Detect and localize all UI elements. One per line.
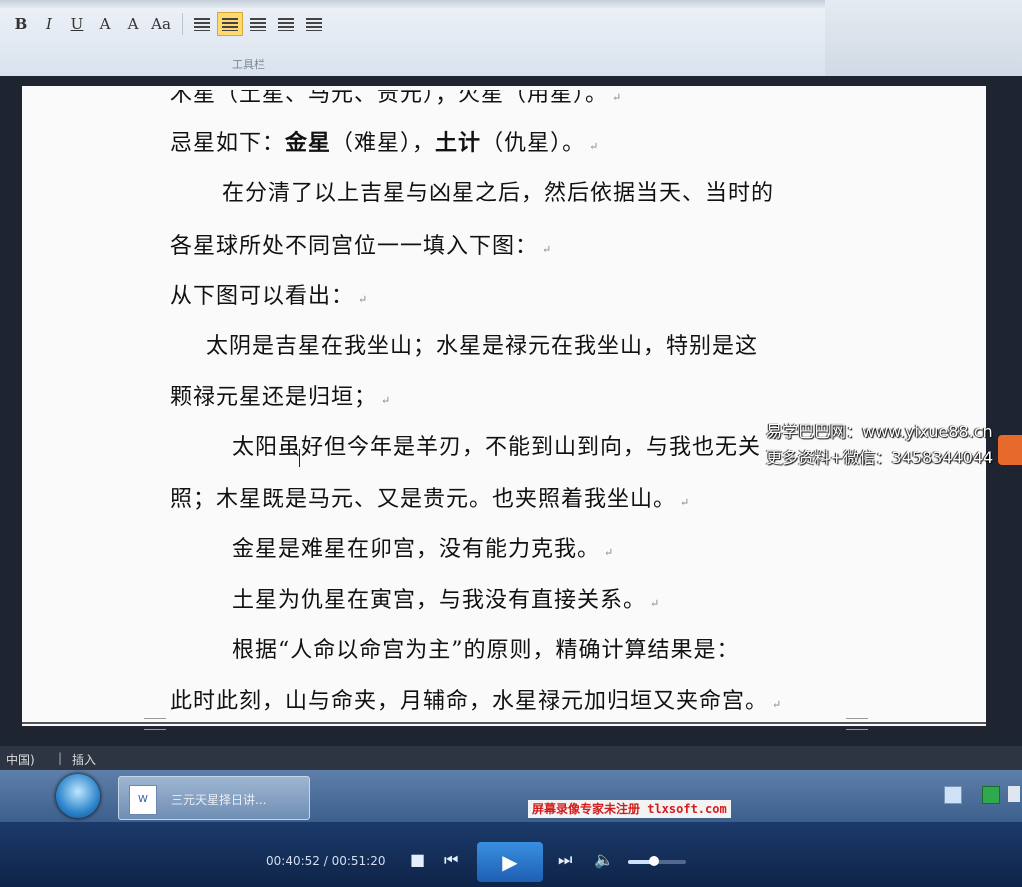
total-time: 00:51:20 (331, 854, 386, 868)
play-button[interactable]: ▶ (477, 842, 543, 882)
line-text: 太阴是吉星在我坐山；水星是禄元在我坐山，特别是这 (206, 334, 759, 359)
document-line: 照；木星既是马元、又是贵元。也夹照着我坐山。 ↵ (170, 481, 690, 513)
align-left-icon-glyph (194, 17, 210, 31)
toolbar-separator (182, 13, 183, 35)
paragraph-mark-icon: ↵ (604, 546, 615, 559)
char-shading-button[interactable]: A (120, 12, 146, 36)
tray-notification-icon[interactable] (1008, 786, 1020, 802)
play-icon: ▶ (502, 850, 518, 874)
margin-corner-mark-right (846, 718, 868, 730)
document-line: 土星为仇星在寅宫，与我没有直接关系。 ↵ (232, 582, 660, 614)
document-line: 此时此刻，山与命夹，月辅命，水星禄元加归垣又夹命宫。 ↵ (170, 683, 782, 715)
distributed-icon[interactable] (301, 12, 327, 36)
document-line: 忌星如下：金星（难星），土计（仇星）。 ↵ (170, 125, 599, 157)
line-text: 在分清了以上吉星与凶星之后，然后依据当天、当时的 (222, 181, 775, 206)
volume-slider[interactable] (628, 856, 686, 866)
align-right-icon-glyph (250, 17, 266, 31)
line-text: 各星球所处不同宫位一一填入下图： (170, 234, 539, 259)
status-separator: | (58, 751, 63, 765)
paragraph-mark-icon: ↵ (381, 394, 392, 407)
align-left-icon[interactable] (189, 12, 215, 36)
document-line: 太阳虽好但今年是羊刃，不能到山到向，与我也无关 (232, 429, 761, 461)
document-line: 颗禄元星还是归垣； ↵ (170, 379, 391, 411)
paragraph-mark-icon: ↵ (772, 698, 783, 711)
line-text: （难星）， (331, 131, 436, 156)
previous-icon[interactable]: ⏮ (444, 852, 458, 868)
justify-icon[interactable] (273, 12, 299, 36)
document-line: 根据“人命以命宫为主”的原则，精确计算结果是： (232, 632, 740, 664)
ribbon-right-area (825, 0, 1022, 80)
document-line: 太阴是吉星在我坐山；水星是禄元在我坐山，特别是这 (206, 328, 758, 360)
stop-icon[interactable]: ■ (410, 852, 425, 868)
windows-taskbar: W 三元天星择日讲... 屏幕录像专家未注册 tlxsoft.com (0, 770, 1022, 822)
bold-button[interactable]: B (8, 12, 34, 36)
format-button-row: B I U A A Aa (8, 10, 329, 38)
underline-button[interactable]: U (64, 12, 90, 36)
line-text: 此时此刻，山与命夹，月辅命，水星禄元加归垣又夹命宫。 (170, 689, 769, 714)
watermark-side-tab (998, 435, 1022, 465)
toolbar-top-strip (0, 0, 825, 8)
tray-network-icon[interactable] (982, 786, 1000, 804)
line-text: 土星为仇星在寅宫，与我没有直接关系。 (232, 588, 647, 613)
video-player-controls: 00:40:52 / 00:51:20 ■ ⏮ ▶ ⏭ 🔈 (0, 822, 1022, 887)
start-button[interactable] (56, 774, 100, 818)
line-text: （仇星）。 (481, 131, 586, 156)
line-text: 忌星如下： (170, 131, 286, 156)
distributed-icon-glyph (306, 17, 322, 31)
taskbar-item-word-document[interactable]: W 三元天星择日讲... (118, 776, 310, 820)
status-insert-mode[interactable]: 插入 (72, 751, 96, 768)
justify-icon-glyph (278, 17, 294, 31)
paragraph-mark-icon: ↵ (589, 140, 600, 153)
word-status-bar: 中国) | 插入 (0, 746, 1022, 770)
time-separator: / (319, 854, 332, 868)
line-text: 照；木星既是马元、又是贵元。也夹照着我坐山。 (170, 487, 677, 512)
line-text: 根据“人命以命宫为主”的原则，精确计算结果是： (232, 638, 740, 663)
status-language[interactable]: 中国) (6, 751, 35, 768)
margin-corner-mark-left (144, 718, 166, 730)
text-cursor (299, 449, 308, 467)
watermark-line-1: 易学巴巴网：www.yixue88.cn (766, 422, 993, 441)
line-text: 颗禄元星还是归垣； (170, 385, 378, 410)
line-text: 金星是难星在卯宫，没有能力克我。 (232, 537, 601, 562)
paragraph-mark-icon: ↵ (680, 496, 691, 509)
recorder-unregistered-banner: 屏幕录像专家未注册 tlxsoft.com (528, 800, 731, 818)
toolbar-group-label: 工具栏 (232, 58, 265, 71)
line-text: 从下图可以看出： (170, 284, 355, 309)
current-time: 00:40:52 (266, 854, 320, 868)
watermark-line-2: 更多资料+微信：3458344044 (766, 448, 994, 467)
paragraph-mark-icon: ↵ (358, 293, 369, 306)
volume-icon[interactable]: 🔈 (594, 852, 614, 868)
bold-term: 土计 (435, 131, 482, 156)
bold-term: 金星 (285, 131, 332, 156)
playback-time: 00:40:52 / 00:51:20 (266, 854, 385, 868)
document-line: 从下图可以看出： ↵ (170, 278, 368, 310)
tray-display-icon[interactable] (944, 786, 962, 804)
document-line: 金星是难星在卯宫，没有能力克我。 ↵ (232, 531, 614, 563)
document-line: 在分清了以上吉星与凶星之后，然后依据当天、当时的 (222, 175, 774, 207)
next-icon[interactable]: ⏭ (558, 852, 572, 868)
page-break-line (22, 722, 986, 724)
taskbar-item-title: 三元天星择日讲... (171, 793, 267, 807)
align-center-icon-glyph (222, 17, 238, 31)
paragraph-mark-icon: ↵ (650, 597, 661, 610)
paragraph-mark-icon: ↵ (542, 243, 553, 256)
paragraph-mark-icon: ↵ (612, 91, 623, 104)
align-right-icon[interactable] (245, 12, 271, 36)
italic-button[interactable]: I (36, 12, 62, 36)
watermark: 易学巴巴网：www.yixue88.cn 更多资料+微信：3458344044 (766, 419, 1022, 471)
volume-knob[interactable] (649, 856, 660, 866)
formatting-toolbar: B I U A A Aa 工具栏 (0, 0, 825, 77)
change-case-button[interactable]: Aa (148, 12, 174, 36)
align-center-icon[interactable] (217, 12, 243, 36)
document-line: 各星球所处不同宫位一一填入下图： ↵ (170, 228, 552, 260)
font-color-box-button[interactable]: A (92, 12, 118, 36)
word-document-icon: W (129, 785, 157, 815)
line-text: 太阳虽好但今年是羊刃，不能到山到向，与我也无关 (232, 435, 762, 460)
